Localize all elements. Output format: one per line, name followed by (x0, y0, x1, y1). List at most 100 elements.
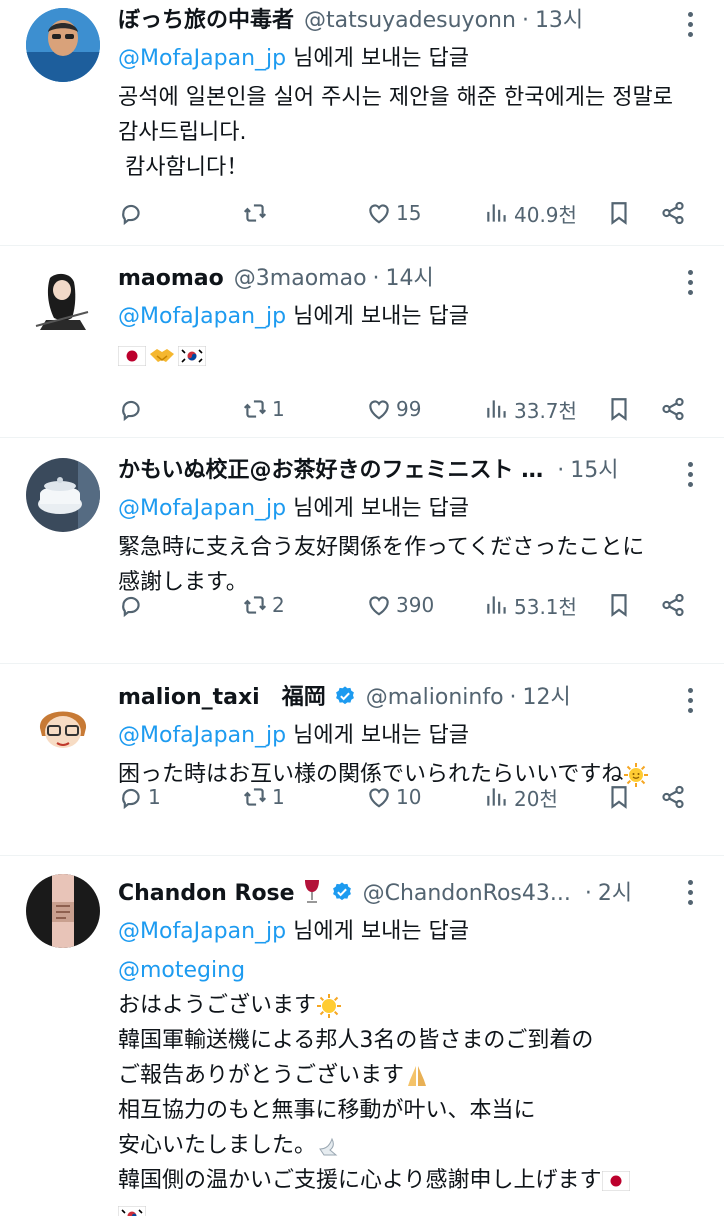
like-icon (366, 784, 392, 810)
tweet-header: malion_taxi 福岡 @malioninfo · 12시 (118, 682, 684, 713)
views-button[interactable]: 33.7천 (484, 392, 577, 426)
sun-icon (317, 994, 342, 1018)
tweet-header: かもいぬ校正@お茶好きのフェミニスト … · 15시 (118, 456, 684, 486)
bookmark-button[interactable] (606, 780, 632, 814)
tweet-1[interactable]: ぼっち旅の中毒者 @tatsuyadesuyonn · 13시 @MofaJap… (0, 0, 724, 246)
mention-link[interactable]: @moteging (118, 953, 684, 988)
display-name[interactable]: Chandon Rose (118, 879, 295, 909)
avatar[interactable] (26, 688, 100, 762)
like-button[interactable]: 10 (366, 780, 421, 814)
user-handle[interactable]: @ChandonRos43... (363, 879, 571, 909)
timestamp[interactable]: 2시 (598, 879, 632, 909)
tweet-3[interactable]: かもいぬ校正@お茶好きのフェミニスト … · 15시 @MofaJapan_jp… (0, 438, 724, 664)
reply-icon (118, 396, 144, 422)
mention-link[interactable]: @MofaJapan_jp (118, 919, 286, 944)
tweet-4[interactable]: malion_taxi 福岡 @malioninfo · 12시 @MofaJa… (0, 664, 724, 856)
views-icon (484, 200, 510, 226)
like-icon (366, 592, 392, 618)
reply-context: @MofaJapan_jp 님에게 보내는 답글 (118, 46, 470, 71)
display-name[interactable]: maomao (118, 264, 224, 294)
action-bar: 2 390 53.1천 (118, 588, 694, 622)
avatar[interactable] (26, 266, 100, 340)
tweet-text: @moteging おはようございます 韓国軍輸送機による邦人3名の皆さまのご到… (118, 953, 684, 1216)
more-icon[interactable] (686, 688, 694, 713)
like-button[interactable]: 99 (366, 392, 421, 426)
reply-context: @MofaJapan_jp 님에게 보내는 답글 (118, 304, 470, 329)
display-name[interactable]: malion_taxi 福岡 (118, 683, 326, 713)
reply-button[interactable] (118, 588, 148, 622)
verified-icon (335, 686, 354, 705)
retweet-button[interactable]: 1 (242, 392, 285, 426)
avatar[interactable] (26, 8, 100, 82)
user-handle[interactable]: @tatsuyadesuyonn (304, 6, 516, 36)
share-button[interactable] (660, 780, 686, 814)
bookmark-icon (606, 200, 632, 226)
mention-link[interactable]: @MofaJapan_jp (118, 723, 286, 748)
reply-button[interactable] (118, 392, 148, 426)
tweet-header: ぼっち旅の中毒者 @tatsuyadesuyonn · 13시 (118, 6, 684, 36)
reply-icon (118, 592, 144, 618)
more-icon[interactable] (686, 462, 694, 487)
handshake-icon (150, 348, 174, 362)
timestamp[interactable]: 12시 (523, 683, 571, 713)
views-button[interactable]: 53.1천 (484, 588, 577, 622)
tweet-2[interactable]: maomao @3maomao · 14시 @MofaJapan_jp 님에게 … (0, 246, 724, 438)
user-handle[interactable]: @3maomao (234, 264, 367, 294)
tweet-5[interactable]: Chandon Rose @ChandonRos43... · 2시 @Mofa… (0, 856, 724, 1216)
more-icon[interactable] (686, 270, 694, 295)
reply-button[interactable] (118, 196, 148, 230)
japan-flag-icon (118, 345, 146, 366)
like-button[interactable]: 390 (366, 588, 434, 622)
action-bar: 15 40.9천 (118, 196, 694, 230)
share-icon (660, 200, 686, 226)
tweet-text (118, 338, 684, 373)
more-icon[interactable] (686, 12, 694, 37)
views-icon (484, 592, 510, 618)
japan-flag-icon (601, 1171, 630, 1191)
share-button[interactable] (660, 588, 686, 622)
verified-icon (332, 882, 351, 901)
retweet-button[interactable] (242, 196, 272, 230)
share-button[interactable] (660, 392, 686, 426)
mention-link[interactable]: @MofaJapan_jp (118, 304, 286, 329)
timestamp[interactable]: 15시 (570, 456, 618, 486)
retweet-icon (242, 592, 268, 618)
retweet-button[interactable]: 2 (242, 588, 285, 622)
display-name[interactable]: ぼっち旅の中毒者 (118, 6, 294, 36)
bookmark-button[interactable] (606, 588, 632, 622)
bookmark-button[interactable] (606, 392, 632, 426)
retweet-button[interactable]: 1 (242, 780, 285, 814)
reply-context: @MofaJapan_jp 님에게 보내는 답글 (118, 919, 470, 944)
bookmark-icon (606, 784, 632, 810)
retweet-icon (242, 784, 268, 810)
views-button[interactable]: 20천 (484, 780, 558, 814)
timestamp[interactable]: 13시 (535, 6, 583, 36)
reply-icon (118, 784, 144, 810)
user-handle[interactable]: @malioninfo (366, 683, 504, 713)
like-button[interactable]: 15 (366, 196, 421, 230)
views-icon (484, 396, 510, 422)
retweet-icon (242, 200, 268, 226)
share-icon (660, 784, 686, 810)
share-button[interactable] (660, 196, 686, 230)
korea-flag-icon (178, 345, 206, 366)
action-bar: 1 99 33.7천 (118, 392, 694, 426)
display-name[interactable]: かもいぬ校正@お茶好きのフェミニスト … (118, 456, 543, 486)
reply-context: @MofaJapan_jp 님에게 보내는 답글 (118, 723, 470, 748)
mention-link[interactable]: @MofaJapan_jp (118, 46, 286, 71)
retweet-icon (242, 396, 268, 422)
timestamp[interactable]: 14시 (386, 264, 434, 294)
share-icon (660, 592, 686, 618)
views-button[interactable]: 40.9천 (484, 196, 577, 230)
avatar[interactable] (26, 458, 100, 532)
reply-context: @MofaJapan_jp 님에게 보내는 답글 (118, 496, 470, 521)
bookmark-button[interactable] (606, 196, 632, 230)
reply-icon (118, 200, 144, 226)
reply-button[interactable]: 1 (118, 780, 161, 814)
avatar[interactable] (26, 874, 100, 948)
action-bar: 1 1 10 20천 (118, 780, 694, 814)
bookmark-icon (606, 592, 632, 618)
mention-link[interactable]: @MofaJapan_jp (118, 496, 286, 521)
folded-hands-icon (408, 1066, 427, 1086)
more-icon[interactable] (686, 880, 694, 905)
